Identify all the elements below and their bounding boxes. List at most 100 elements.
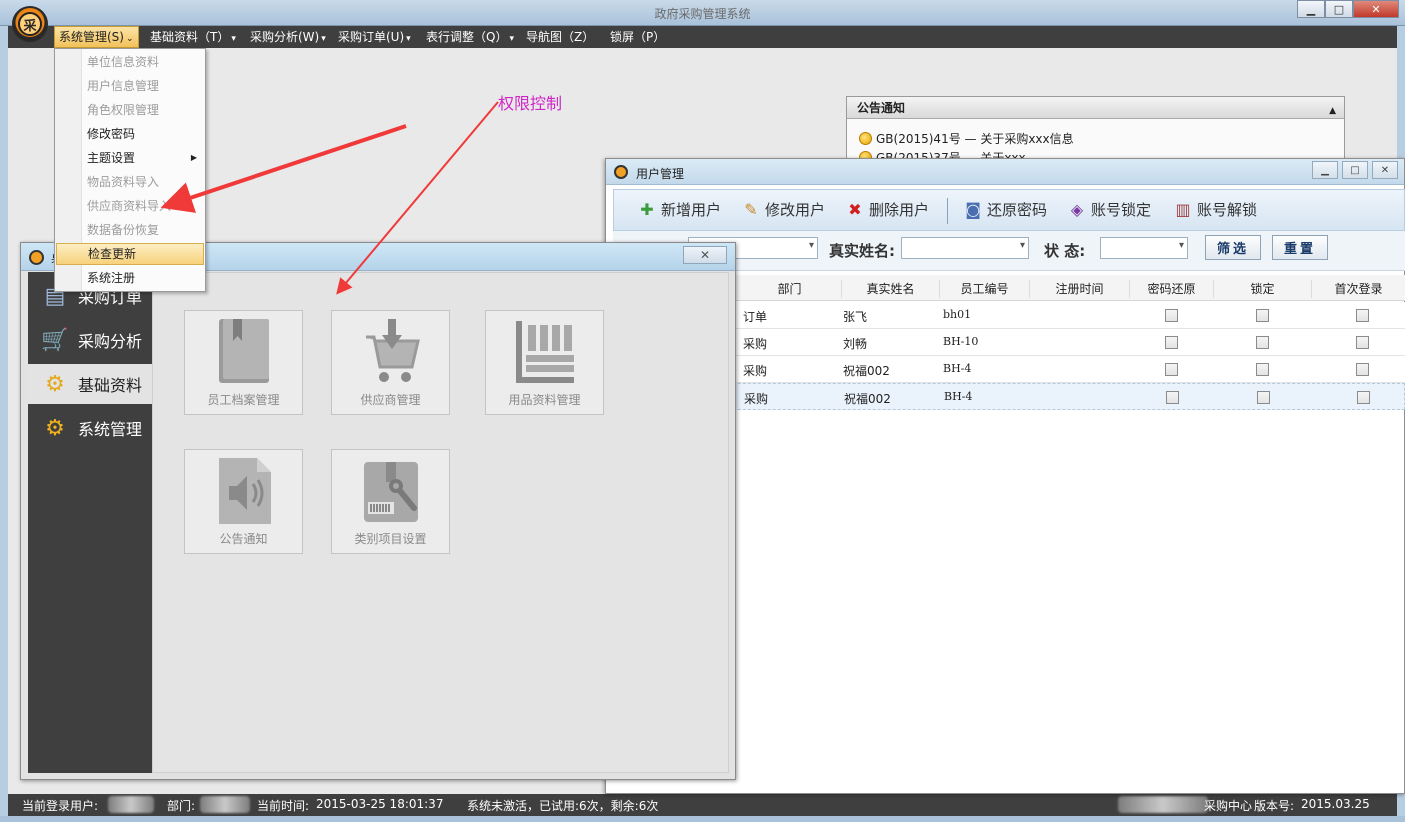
menu-navigation[interactable]: 导航图（Z） [522,26,598,48]
tile-supplies-management[interactable]: 用品资料管理 [485,310,604,415]
chevron-down-icon: ▾ [231,34,236,44]
unlock-account-button[interactable]: ▥ 账号解锁 [1174,199,1257,220]
cell-code: BH-10 [943,335,979,348]
redacted-user [108,796,154,813]
window-titlebar: 政府采购管理系统 ▁ □ ✕ [0,0,1405,26]
notice-item[interactable]: GB(2015)41号 — 关于采购xxx信息 [859,130,1074,147]
chevron-down-icon: ▾ [406,34,411,44]
first-login-checkbox[interactable] [1356,363,1369,376]
tile-notice[interactable]: 公告通知 [184,449,303,554]
menu-purchase-order[interactable]: 采购订单(U) ▾ [334,26,415,48]
column-header[interactable]: 真实姓名 [842,280,940,298]
column-header[interactable]: 锁定 [1214,280,1312,298]
column-header[interactable]: 员工编号 [940,280,1030,298]
notice-item-text: GB(2015)41号 — 关于采购xxx信息 [876,132,1074,146]
lock-checkbox[interactable] [1256,309,1269,322]
menu-system[interactable]: 系统管理(S) ⌄ [54,26,139,48]
menu-item-backup-restore[interactable]: 数据备份恢复 [56,219,204,241]
password-restore-checkbox[interactable] [1165,309,1178,322]
name-input[interactable] [901,237,1029,259]
menu-item-unit-info[interactable]: 单位信息资料 [56,51,204,73]
collapse-icon[interactable]: ▲ [1329,100,1336,122]
menu-lock-screen[interactable]: 锁屏（P） [606,26,669,48]
window-title: 政府采购管理系统 [654,7,751,21]
minimize-button[interactable]: ▁ [1297,0,1325,18]
restore-password-label: 还原密码 [987,201,1048,219]
edit-user-label: 修改用户 [765,201,826,219]
restore-password-button[interactable]: ◙ 还原密码 [964,199,1047,220]
system-menu-dropdown: 单位信息资料 用户信息管理 角色权限管理 修改密码 主题设置 ▶ 物品资料导入 供… [54,48,206,292]
lock-account-button[interactable]: ◈ 账号锁定 [1068,199,1151,220]
column-header[interactable]: 密码还原 [1130,280,1214,298]
column-header[interactable]: 部门 [738,280,842,298]
menu-item-goods-import[interactable]: 物品资料导入 [56,171,204,193]
delete-icon: ✖ [848,200,862,219]
first-login-checkbox[interactable] [1356,309,1369,322]
tile-label: 供应商管理 [360,393,421,407]
submenu-arrow-icon: ▶ [190,153,197,162]
cell-name: 刘畅 [843,337,868,351]
menu-item-change-password[interactable]: 修改密码 [56,123,204,145]
menu-basic-data[interactable]: 基础资料（T） ▾ [146,26,240,48]
lock-checkbox[interactable] [1257,391,1270,404]
column-header[interactable]: 首次登录 [1312,280,1405,298]
tile-supplier-management[interactable]: 供应商管理 [331,310,450,415]
maximize-button[interactable]: □ [1325,0,1353,18]
add-user-button[interactable]: ✚ 新增用户 [638,199,721,220]
add-user-label: 新增用户 [661,201,722,219]
nav-item-label: 系统管理 [78,420,143,439]
edit-user-button[interactable]: ✎ 修改用户 [742,199,825,220]
menu-item-label: 角色权限管理 [87,103,160,117]
nav-item-basic-data[interactable]: ⚙ 基础资料 [28,364,152,404]
password-restore-checkbox[interactable] [1165,363,1178,376]
notice-title: 公告通知 [857,101,906,115]
menu-table-adjust[interactable]: 表行调整（Q） ▾ [422,26,518,48]
menu-item-supplier-import[interactable]: 供应商资料导入 [56,195,204,217]
time-value: 2015-03-25 18:01:37 [316,797,444,811]
menu-item-role-permission[interactable]: 角色权限管理 [56,99,204,121]
chevron-down-icon: ▾ [321,34,326,44]
nav-item-purchase-analysis[interactable]: 🛒 采购分析 [28,320,152,360]
menu-item-theme-settings[interactable]: 主题设置 ▶ [56,147,204,169]
filter-button[interactable]: 筛选 [1205,235,1261,260]
delete-user-label: 删除用户 [869,201,930,219]
reset-button[interactable]: 重置 [1272,235,1328,260]
close-button[interactable]: ✕ [1353,0,1399,18]
cell-dept: 订单 [743,310,768,324]
delete-user-button[interactable]: ✖ 删除用户 [846,199,929,220]
maximize-button[interactable]: □ [1342,161,1368,179]
menu-basic-data-label: 基础资料（T） [150,30,230,44]
cell-dept: 采购 [743,364,768,378]
menu-item-check-update[interactable]: 检查更新 [56,243,204,265]
menu-item-user-info[interactable]: 用户信息管理 [56,75,204,97]
lock-checkbox[interactable] [1256,363,1269,376]
menu-purchase-analysis[interactable]: 采购分析(W) ▾ [246,26,330,48]
function-window: 桌 ✕ ▤ 采购订单 🛒 采购分析 ⚙ 基础资料 ⚙ 系统管理 [20,242,736,780]
tile-label: 类别项目设置 [354,532,427,546]
first-login-checkbox[interactable] [1357,391,1370,404]
tile-category-settings[interactable]: 类别项目设置 [331,449,450,554]
tile-employee-records[interactable]: 员工档案管理 [184,310,303,415]
status-select[interactable] [1100,237,1188,259]
menu-bar: 系统管理(S) ⌄ 基础资料（T） ▾ 采购分析(W) ▾ 采购订单(U) ▾ 表行调整… [8,26,1397,48]
first-login-checkbox[interactable] [1356,336,1369,349]
password-restore-checkbox[interactable] [1166,391,1179,404]
menu-item-label: 供应商资料导入 [87,199,172,213]
nav-item-system-management[interactable]: ⚙ 系统管理 [28,408,152,448]
minimize-button[interactable]: ▁ [1312,161,1338,179]
notice-header[interactable]: 公告通知 ▲ [847,97,1344,119]
lock-icon: ◈ [1070,200,1084,219]
menu-item-label: 检查更新 [88,247,137,261]
menu-item-label: 物品资料导入 [87,175,160,189]
app-logo[interactable]: 采 [12,6,48,42]
password-restore-checkbox[interactable] [1165,336,1178,349]
left-nav: ▤ 采购订单 🛒 采购分析 ⚙ 基础资料 ⚙ 系统管理 [28,272,152,773]
column-header[interactable]: 注册时间 [1030,280,1130,298]
lock-checkbox[interactable] [1256,336,1269,349]
gear-icon: ⚙ [45,415,65,441]
close-button[interactable]: ✕ [1372,161,1398,179]
close-button[interactable]: ✕ [683,246,727,264]
add-icon: ✚ [640,200,654,219]
menu-item-system-register[interactable]: 系统注册 [56,267,204,289]
unlock-account-label: 账号解锁 [1197,201,1258,219]
